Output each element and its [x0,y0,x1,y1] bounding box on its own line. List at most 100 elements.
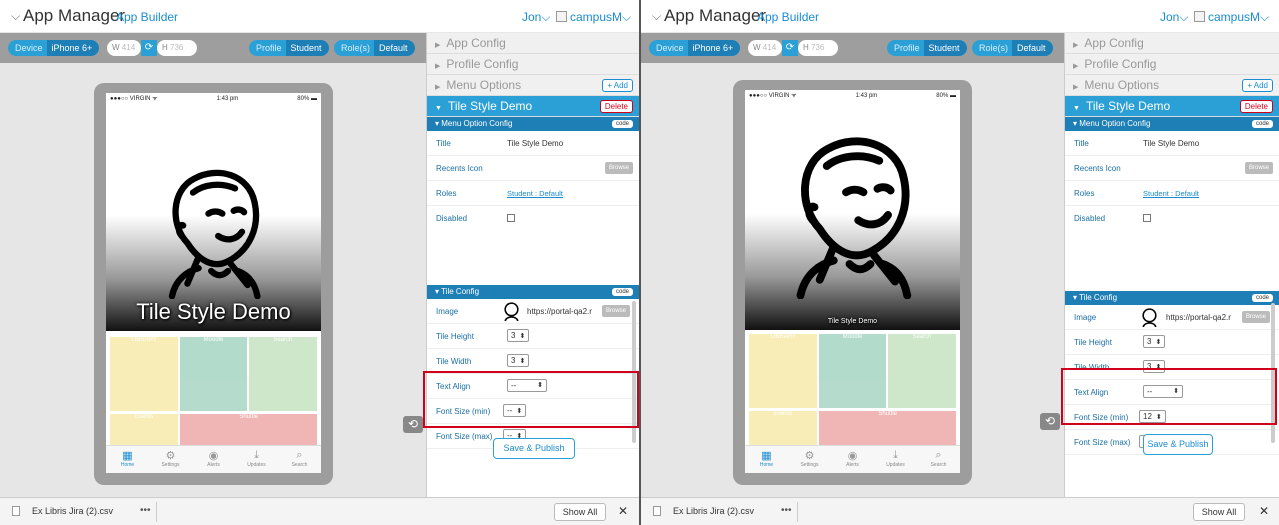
phone-status-bar: ●●●○○ VIRGIN ᯤ 1:43 pm 80% ▬ [745,90,960,102]
tile-height-select[interactable]: 3 ⬍ [507,329,530,342]
tab-search[interactable]: ⌕ Search [278,446,321,473]
disabled-checkbox[interactable] [507,214,515,222]
tab-alerts[interactable]: ◉ Alerts [831,446,874,473]
app-config-label: App Config [1084,36,1144,50]
campus-menu[interactable]: campusM⌵ [556,10,631,25]
menu-option-config-header[interactable]: ▾ Menu Option Config code [1065,117,1279,131]
code-button[interactable]: code [611,288,633,296]
shuttle-tile-label: Shuttle [239,413,259,420]
settings-icon: ⚙ [804,450,815,462]
library-tile[interactable]: LIBRARY [749,334,818,409]
menu-chevron-icon[interactable]: ⌵ [652,9,661,24]
browse-button[interactable]: Browse [601,305,630,317]
title-input[interactable]: Tile Style Demo [1143,131,1199,156]
accordion-app-config[interactable]: ▶ App Config [427,33,639,54]
height-field[interactable]: H 736 [798,40,838,56]
add-button[interactable]: + Add [602,79,633,92]
image-url[interactable]: https://portal-qa2.r [527,299,592,324]
close-icon[interactable]: ✕ [1259,504,1269,518]
tab-updates[interactable]: ⤓ Updates [235,446,278,473]
accordion-profile-config[interactable]: ▶ Profile Config [1065,54,1279,75]
user-caret-icon: ⌵ [1179,10,1189,24]
divider [797,502,798,522]
browse-button[interactable]: Browse [1244,162,1273,174]
roles-link[interactable]: Student : Default [507,181,563,206]
user-menu[interactable]: Jon⌵ [522,10,550,25]
title-input[interactable]: Tile Style Demo [507,131,563,156]
tab-updates[interactable]: ⤓ Updates [874,446,917,473]
tile-config-header[interactable]: ▾ Tile Config code [427,285,639,299]
refresh-button[interactable]: ⟳ [141,40,157,56]
tile-width-select[interactable]: 3 ⬍ [507,354,530,367]
image-url[interactable]: https://portal-qa2.r [1166,305,1231,330]
rotate-device-button[interactable]: ⟲ [1040,413,1060,430]
moodle-tile[interactable]: Moodle [180,337,247,412]
more-options-icon[interactable]: ••• [781,505,792,516]
search-tile[interactable]: Search [887,334,956,409]
roles-select[interactable]: Role(s) Default [972,40,1053,56]
add-button[interactable]: + Add [1242,79,1273,92]
refresh-button[interactable]: ⟳ [782,40,798,56]
code-button[interactable]: code [1251,120,1273,128]
browse-button[interactable]: Browse [604,162,633,174]
save-publish-button[interactable]: Save & Publish [1143,434,1213,455]
code-button[interactable]: code [611,120,633,128]
moodle-tile[interactable]: Moodle [819,334,886,409]
width-field[interactable]: W 414 [107,40,141,56]
show-all-button[interactable]: Show All [554,503,606,521]
show-all-button[interactable]: Show All [1193,503,1245,521]
chevron-down-icon: ▼ [1073,105,1080,112]
delete-button[interactable]: Delete [599,100,633,113]
tab-alerts[interactable]: ◉ Alerts [192,446,235,473]
accordion-app-config[interactable]: ▶ App Config [1065,33,1279,54]
tile-style-demo-tile[interactable]: Tile Style Demo [745,118,960,330]
font-size-max-label: Font Size (max) [1074,438,1131,447]
download-filename[interactable]: Ex Libris Jira (2).csv [673,506,754,516]
menu-chevron-icon[interactable]: ⌵ [11,9,20,24]
menu-option-config-header[interactable]: ▾ Menu Option Config code [427,117,639,131]
accordion-tile-style-demo[interactable]: ▼ Tile Style Demo Delete [427,96,639,117]
tab-settings[interactable]: ⚙ Settings [788,446,831,473]
save-publish-button[interactable]: Save & Publish [493,438,575,459]
profile-select[interactable]: Profile Student [887,40,967,56]
browse-button[interactable]: Browse [1241,311,1270,323]
app-builder-link[interactable]: App Builder [116,10,178,24]
user-caret-icon: ⌵ [541,10,551,24]
roles-select[interactable]: Role(s) Default [334,40,415,56]
tile-height-row: Tile Height 3 ⬍ [1065,330,1279,355]
accordion-menu-options[interactable]: ▶ Menu Options + Add [1065,75,1279,96]
height-field[interactable]: H 736 [157,40,197,56]
rotate-device-button[interactable]: ⟲ [403,416,423,433]
disabled-checkbox[interactable] [1143,214,1151,222]
tab-search[interactable]: ⌕ Search [917,446,960,473]
app-header: ⌵ App Manager App Builder Jon⌵ campusM⌵ [0,0,639,33]
profile-select[interactable]: Profile Student [249,40,329,56]
menu-options-label: Menu Options [446,78,522,92]
width-field[interactable]: W 414 [748,40,782,56]
download-filename[interactable]: Ex Libris Jira (2).csv [32,506,113,516]
profile-label: Profile [256,43,282,53]
tab-settings[interactable]: ⚙ Settings [149,446,192,473]
tile-config-header[interactable]: ▾ Tile Config code [1065,291,1279,305]
more-options-icon[interactable]: ••• [140,505,151,516]
user-menu[interactable]: Jon⌵ [1160,10,1188,25]
campus-menu[interactable]: campusM⌵ [1194,10,1269,25]
app-builder-link[interactable]: App Builder [757,10,819,24]
device-select[interactable]: Device iPhone 6+ [649,40,741,56]
tile-style-demo-tile[interactable]: Tile Style Demo [106,121,321,331]
tab-home[interactable]: ▦ Home [745,446,788,473]
device-select[interactable]: Device iPhone 6+ [8,40,100,56]
search-tile[interactable]: Search [248,337,317,412]
roles-link[interactable]: Student : Default [1143,181,1199,206]
tile-height-select[interactable]: 3 ⬍ [1143,335,1166,348]
delete-button[interactable]: Delete [1239,100,1273,113]
library-tile[interactable]: LIBRARY [110,337,179,412]
phone-frame: ●●●○○ VIRGIN ᯤ 1:43 pm 80% ▬ Tile Style … [733,80,972,485]
accordion-tile-style-demo[interactable]: ▼ Tile Style Demo Delete [1065,96,1279,117]
tile-style-demo-label: Tile Style Demo [447,99,533,113]
accordion-profile-config[interactable]: ▶ Profile Config [427,54,639,75]
accordion-menu-options[interactable]: ▶ Menu Options + Add [427,75,639,96]
code-button[interactable]: code [1251,294,1273,302]
close-icon[interactable]: ✕ [618,504,628,518]
tab-home[interactable]: ▦ Home [106,446,149,473]
